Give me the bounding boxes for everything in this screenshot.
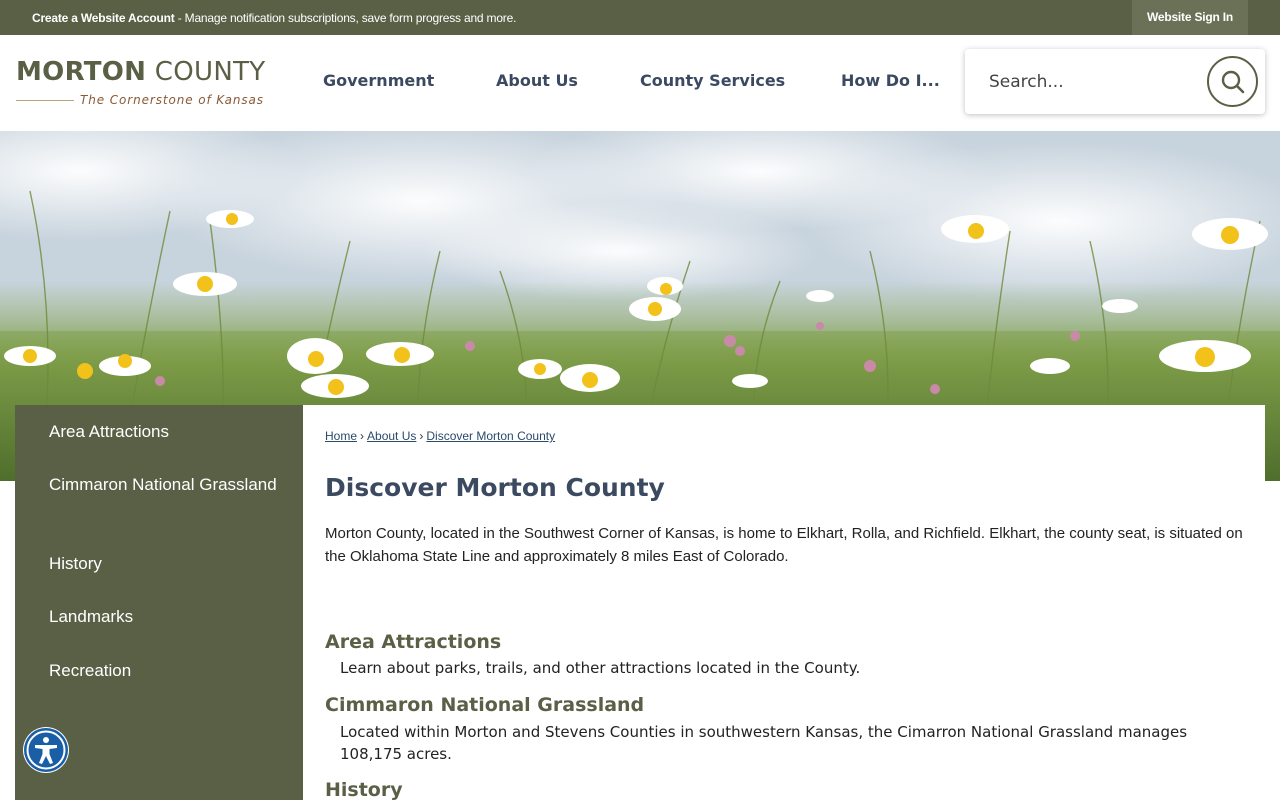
section-description-area-attractions: Learn about parks, trails, and other att…: [340, 659, 861, 677]
section-title-history[interactable]: History: [325, 779, 403, 800]
sidebar-item-area-attractions[interactable]: Area Attractions: [49, 419, 279, 444]
website-sign-in-button[interactable]: Website Sign In: [1132, 0, 1248, 35]
nav-item-how-do-i[interactable]: How Do I...: [841, 71, 940, 90]
section-title-cimmaron-national-grassland[interactable]: Cimmaron National Grassland: [325, 694, 644, 716]
sidebar-item-cimmaron-national-grassland[interactable]: Cimmaron National Grassland: [49, 472, 279, 497]
breadcrumb-home[interactable]: Home: [325, 429, 357, 443]
search-button[interactable]: [1207, 56, 1258, 107]
logo-title: MORTON COUNTY: [16, 57, 265, 87]
create-account-link[interactable]: Create a Website Account: [32, 11, 175, 25]
breadcrumb-about-us[interactable]: About Us: [367, 429, 416, 443]
breadcrumb-discover-morton-county[interactable]: Discover Morton County: [426, 429, 555, 443]
logo-name-bold: MORTON: [16, 57, 147, 87]
accessibility-button[interactable]: [23, 727, 69, 773]
search-input[interactable]: [989, 67, 1189, 97]
logo-tagline: The Cornerstone of Kansas: [80, 93, 264, 107]
create-account-message[interactable]: Create a Website Account - Manage notifi…: [32, 11, 516, 25]
top-utility-bar: Create a Website Account - Manage notifi…: [0, 0, 1280, 35]
site-header: MORTON COUNTY The Cornerstone of Kansas …: [0, 35, 1280, 131]
breadcrumb-separator: ›: [360, 429, 365, 443]
intro-paragraph: Morton County, located in the Southwest …: [325, 525, 1243, 565]
nav-item-about-us[interactable]: About Us: [496, 71, 578, 90]
page-title: Discover Morton County: [325, 473, 665, 502]
nav-item-government[interactable]: Government: [323, 71, 434, 90]
create-account-description: - Manage notification subscriptions, sav…: [174, 11, 517, 25]
breadcrumb: Home › About Us › Discover Morton County: [325, 429, 555, 443]
section-description-cimmaron-national-grassland: Located within Morton and Stevens Counti…: [340, 723, 1188, 763]
sidebar-item-history[interactable]: History: [49, 551, 279, 576]
site-logo[interactable]: MORTON COUNTY The Cornerstone of Kansas: [16, 57, 268, 113]
sidebar-item-landmarks[interactable]: Landmarks: [49, 604, 279, 629]
logo-name-rest: COUNTY: [146, 57, 266, 87]
sidebar-item-recreation[interactable]: Recreation: [49, 658, 279, 683]
breadcrumb-separator: ›: [419, 429, 424, 443]
logo-divider: [16, 100, 74, 101]
section-title-area-attractions[interactable]: Area Attractions: [325, 631, 501, 653]
main-content: Home › About Us › Discover Morton County Dis…: [303, 405, 1265, 800]
search-box: [965, 49, 1265, 114]
nav-item-county-services[interactable]: County Services: [640, 71, 785, 90]
